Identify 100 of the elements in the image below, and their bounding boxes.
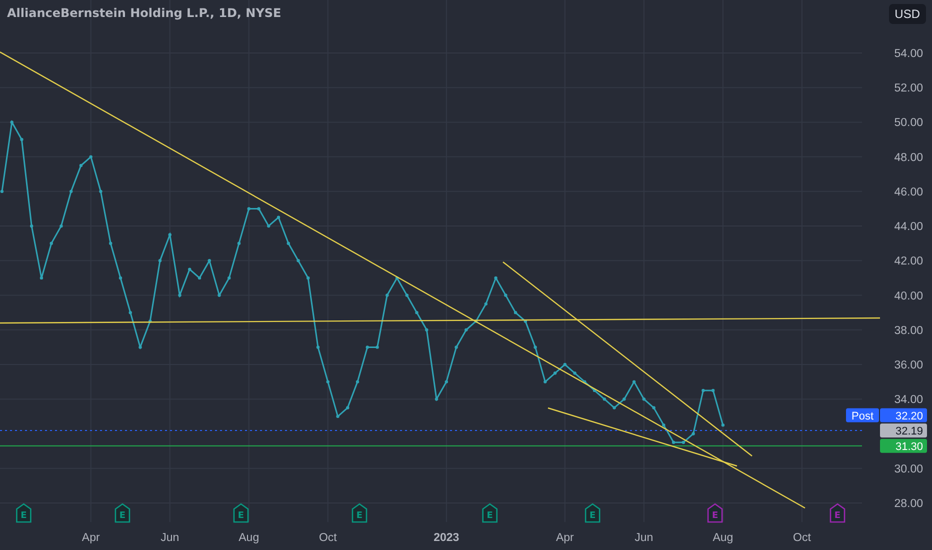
price-point bbox=[109, 242, 112, 245]
price-point bbox=[682, 440, 686, 444]
price-point bbox=[534, 346, 537, 349]
price-point bbox=[208, 259, 211, 262]
price-axis-label: 50.00 bbox=[894, 117, 923, 130]
price-point bbox=[632, 380, 636, 384]
price-point bbox=[415, 310, 418, 314]
price-axis-label: 30.00 bbox=[894, 463, 923, 476]
price-label: 32.20 bbox=[880, 408, 927, 422]
price-point bbox=[148, 320, 152, 323]
price-point bbox=[711, 388, 715, 392]
price-label: 32.19 bbox=[880, 423, 927, 438]
price-point bbox=[504, 294, 508, 297]
earnings-marker[interactable]: E bbox=[16, 503, 32, 523]
price-point bbox=[168, 233, 172, 236]
price-point bbox=[662, 423, 666, 427]
earnings-marker[interactable]: E bbox=[584, 503, 600, 523]
earnings-marker[interactable]: E bbox=[233, 503, 249, 523]
price-point bbox=[89, 155, 92, 158]
price-point bbox=[30, 224, 34, 228]
time-axis-label: Apr bbox=[556, 532, 574, 544]
price-point bbox=[454, 346, 458, 349]
price-axis-label: 36.00 bbox=[894, 360, 923, 372]
price-point bbox=[346, 406, 350, 410]
price-point bbox=[50, 242, 53, 245]
time-axis-label: Jun bbox=[160, 532, 180, 544]
price-point bbox=[237, 242, 241, 245]
price-point bbox=[0, 190, 4, 194]
price-point bbox=[276, 216, 280, 219]
price-axis-label: 28.00 bbox=[894, 498, 923, 510]
price-point bbox=[425, 328, 428, 332]
price-point bbox=[218, 294, 221, 297]
earnings-marker[interactable]: E bbox=[352, 503, 368, 523]
price-point bbox=[286, 242, 290, 245]
price-point bbox=[267, 224, 270, 228]
price-point bbox=[386, 294, 389, 297]
price-point bbox=[79, 164, 83, 168]
time-axis-label: Aug bbox=[712, 532, 734, 544]
currency-button[interactable]: USD bbox=[888, 4, 926, 24]
price-point bbox=[118, 276, 122, 280]
price-point bbox=[70, 190, 73, 194]
price-point bbox=[553, 372, 557, 375]
time-axis-label: Aug bbox=[238, 532, 260, 544]
price-point bbox=[672, 440, 676, 444]
price-axis-label: 34.00 bbox=[894, 394, 923, 406]
price-point bbox=[544, 380, 547, 384]
price-point bbox=[60, 224, 63, 228]
price-point bbox=[188, 268, 192, 271]
price-point bbox=[702, 388, 705, 392]
earnings-marker[interactable]: E bbox=[482, 503, 498, 523]
post-market-tag: Post bbox=[846, 408, 879, 422]
earnings-marker[interactable]: E bbox=[830, 503, 846, 523]
price-point bbox=[257, 207, 260, 210]
earnings-marker[interactable]: E bbox=[707, 503, 723, 523]
price-point bbox=[474, 320, 478, 323]
price-axis-label: 44.00 bbox=[894, 221, 923, 234]
price-point bbox=[514, 310, 518, 314]
price-point bbox=[10, 120, 14, 124]
price-point bbox=[356, 380, 360, 384]
price-point bbox=[563, 362, 567, 366]
price-point bbox=[395, 276, 399, 280]
price-point bbox=[306, 276, 310, 280]
price-axis-label: 42.00 bbox=[894, 256, 923, 268]
price-point bbox=[198, 276, 202, 280]
price-point bbox=[494, 276, 498, 280]
price-point bbox=[128, 310, 132, 314]
price-axis-label: 38.00 bbox=[894, 324, 923, 337]
price-point bbox=[464, 328, 468, 332]
time-axis-label: 2023 bbox=[434, 532, 460, 544]
price-point bbox=[612, 406, 616, 410]
price-point bbox=[484, 302, 488, 306]
price-point bbox=[158, 259, 162, 262]
price-axis-label: 40.00 bbox=[894, 290, 923, 302]
price-point bbox=[228, 276, 231, 280]
price-point bbox=[247, 207, 250, 210]
price-point bbox=[583, 380, 586, 384]
price-point bbox=[366, 346, 369, 349]
price-point bbox=[138, 346, 142, 349]
time-axis-label: Jun bbox=[634, 532, 654, 544]
price-point bbox=[99, 190, 102, 194]
earnings-marker[interactable]: E bbox=[114, 503, 130, 523]
time-axis-label: Apr bbox=[82, 532, 100, 544]
price-point bbox=[721, 423, 725, 427]
price-point bbox=[316, 346, 320, 349]
price-point bbox=[434, 398, 438, 401]
price-point bbox=[376, 346, 379, 349]
time-axis-label: Oct bbox=[318, 532, 337, 544]
price-point bbox=[602, 398, 606, 401]
price-point bbox=[20, 138, 24, 142]
price-point bbox=[592, 388, 596, 392]
price-point bbox=[405, 294, 408, 297]
price-point bbox=[652, 406, 656, 410]
price-point bbox=[178, 294, 182, 297]
price-point bbox=[573, 372, 576, 375]
price-point bbox=[642, 398, 646, 401]
time-axis-label: Oct bbox=[793, 532, 811, 544]
price-point bbox=[326, 380, 330, 384]
price-point bbox=[296, 259, 300, 262]
chart-title: AllianceBernstein Holding L.P., 1D, NYSE bbox=[7, 6, 282, 20]
price-point bbox=[40, 276, 44, 280]
